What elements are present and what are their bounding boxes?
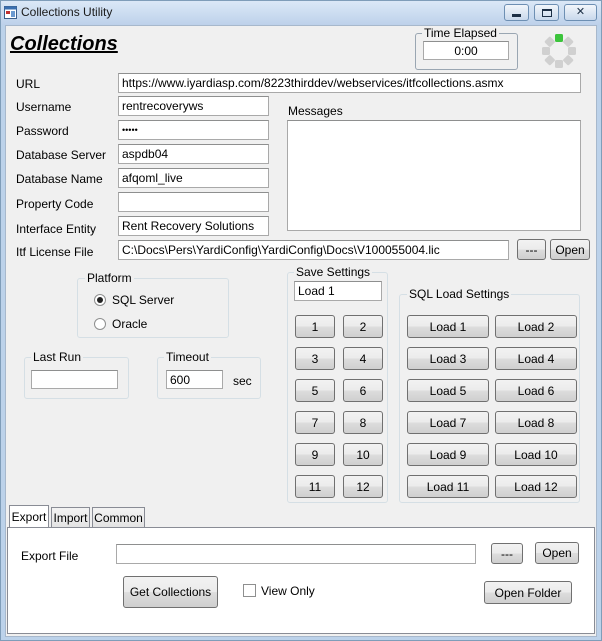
time-elapsed-value: 0:00 bbox=[423, 41, 509, 60]
time-elapsed-group: Time Elapsed 0:00 bbox=[415, 26, 518, 70]
save-slot-button[interactable]: 6 bbox=[343, 379, 383, 402]
app-window: Collections Utility ✕ Collections Time E… bbox=[0, 0, 602, 641]
password-label: Password bbox=[16, 124, 69, 138]
save-slot-button[interactable]: 2 bbox=[343, 315, 383, 338]
sql-load-settings-label: SQL Load Settings bbox=[407, 287, 512, 301]
messages-textarea[interactable] bbox=[287, 120, 581, 231]
property-code-label: Property Code bbox=[16, 197, 94, 211]
database-name-input[interactable]: afqoml_live bbox=[118, 168, 269, 188]
sql-load-settings-group: SQL Load Settings Load 1 Load 2 Load 3 Load… bbox=[399, 287, 580, 503]
minimize-button[interactable] bbox=[504, 4, 529, 21]
sql-load-button[interactable]: Load 6 bbox=[495, 379, 577, 402]
database-server-input[interactable]: aspdb04 bbox=[118, 144, 269, 164]
app-icon bbox=[4, 6, 17, 19]
interface-entity-input[interactable]: Rent Recovery Solutions bbox=[118, 216, 269, 236]
sql-load-button[interactable]: Load 10 bbox=[495, 443, 577, 466]
tab-import[interactable]: Import bbox=[51, 507, 90, 527]
spinner-segment bbox=[542, 47, 550, 55]
database-name-label: Database Name bbox=[16, 172, 103, 186]
view-only-label: View Only bbox=[261, 584, 315, 598]
timeout-label: Timeout bbox=[164, 350, 211, 364]
export-file-input[interactable] bbox=[116, 544, 476, 564]
password-input[interactable]: ••••• bbox=[118, 120, 269, 140]
sql-load-button[interactable]: Load 2 bbox=[495, 315, 577, 338]
close-button[interactable]: ✕ bbox=[564, 4, 597, 21]
maximize-button[interactable] bbox=[534, 4, 559, 21]
sql-load-button[interactable]: Load 1 bbox=[407, 315, 489, 338]
minimize-icon bbox=[512, 14, 521, 17]
save-slot-button[interactable]: 4 bbox=[343, 347, 383, 370]
spinner-segment bbox=[555, 34, 563, 42]
tab-common[interactable]: Common bbox=[92, 507, 145, 527]
database-server-label: Database Server bbox=[16, 148, 107, 162]
save-settings-name-input[interactable]: Load 1 bbox=[294, 281, 382, 301]
export-open-button[interactable]: Open bbox=[535, 542, 579, 564]
get-collections-button[interactable]: Get Collections bbox=[123, 576, 218, 608]
license-open-button[interactable]: Open bbox=[550, 239, 590, 260]
sql-load-button[interactable]: Load 5 bbox=[407, 379, 489, 402]
sql-server-label: SQL Server bbox=[112, 293, 175, 307]
save-slot-button[interactable]: 12 bbox=[343, 475, 383, 498]
save-slot-button[interactable]: 9 bbox=[295, 443, 335, 466]
tab-export[interactable]: Export bbox=[9, 505, 49, 527]
open-folder-button[interactable]: Open Folder bbox=[484, 581, 572, 604]
spinner-segment bbox=[544, 36, 555, 47]
property-code-input[interactable] bbox=[118, 192, 269, 212]
spinner-segment bbox=[544, 55, 555, 66]
interface-entity-label: Interface Entity bbox=[16, 222, 97, 236]
username-label: Username bbox=[16, 100, 72, 114]
save-slot-button[interactable]: 1 bbox=[295, 315, 335, 338]
platform-label: Platform bbox=[85, 271, 134, 285]
sql-load-button[interactable]: Load 8 bbox=[495, 411, 577, 434]
license-file-label: Itf License File bbox=[16, 245, 94, 259]
sql-load-button[interactable]: Load 7 bbox=[407, 411, 489, 434]
timeout-input[interactable]: 600 bbox=[166, 370, 223, 389]
last-run-group: Last Run bbox=[24, 350, 129, 399]
last-run-value[interactable] bbox=[31, 370, 118, 389]
save-settings-group: Save Settings Load 1 1 2 3 4 5 6 7 8 9 10 11 12 bbox=[287, 265, 388, 503]
save-slot-button[interactable]: 3 bbox=[295, 347, 335, 370]
export-tab-panel: Export File --- Open Get Collections Vie… bbox=[7, 527, 595, 634]
license-file-input[interactable]: C:\Docs\Pers\YardiConfig\YardiConfig\Doc… bbox=[118, 240, 509, 260]
timeout-unit: sec bbox=[233, 374, 252, 388]
spinner-segment bbox=[563, 36, 574, 47]
close-icon: ✕ bbox=[575, 6, 586, 18]
platform-group: Platform SQL Server Oracle bbox=[77, 271, 229, 338]
save-slot-button[interactable]: 11 bbox=[295, 475, 335, 498]
sql-load-button[interactable]: Load 4 bbox=[495, 347, 577, 370]
spinner-segment bbox=[563, 55, 574, 66]
oracle-label: Oracle bbox=[112, 317, 148, 331]
export-browse-button[interactable]: --- bbox=[491, 543, 523, 564]
license-browse-button[interactable]: --- bbox=[517, 239, 546, 260]
save-slot-button[interactable]: 10 bbox=[343, 443, 383, 466]
oracle-radio[interactable] bbox=[94, 318, 106, 330]
username-input[interactable]: rentrecoveryws bbox=[118, 96, 269, 116]
save-slot-button[interactable]: 5 bbox=[295, 379, 335, 402]
title-bar[interactable]: Collections Utility ✕ bbox=[1, 1, 601, 25]
window-title: Collections Utility bbox=[21, 5, 113, 19]
export-file-label: Export File bbox=[21, 549, 79, 563]
last-run-label: Last Run bbox=[31, 350, 84, 364]
timeout-group: Timeout 600 sec bbox=[157, 350, 261, 399]
sql-load-button[interactable]: Load 12 bbox=[495, 475, 577, 498]
url-label: URL bbox=[16, 77, 41, 91]
save-settings-label: Save Settings bbox=[294, 265, 373, 279]
spinner-segment bbox=[568, 47, 576, 55]
save-slot-button[interactable]: 7 bbox=[295, 411, 335, 434]
sql-load-button[interactable]: Load 9 bbox=[407, 443, 489, 466]
time-elapsed-label: Time Elapsed bbox=[422, 26, 499, 40]
maximize-icon bbox=[541, 8, 552, 17]
sql-server-radio[interactable] bbox=[94, 294, 106, 306]
progress-spinner-icon bbox=[542, 34, 576, 68]
url-input[interactable]: https://www.iyardiasp.com/8223thirddev/w… bbox=[118, 73, 581, 93]
sql-load-button[interactable]: Load 3 bbox=[407, 347, 489, 370]
view-only-checkbox[interactable] bbox=[243, 584, 256, 597]
page-title: Collections bbox=[10, 33, 118, 55]
main-panel: Collections Time Elapsed 0:00 URL https:… bbox=[5, 25, 597, 637]
spinner-segment bbox=[555, 60, 563, 68]
messages-label: Messages bbox=[288, 104, 343, 118]
sql-load-button[interactable]: Load 11 bbox=[407, 475, 489, 498]
save-slot-button[interactable]: 8 bbox=[343, 411, 383, 434]
